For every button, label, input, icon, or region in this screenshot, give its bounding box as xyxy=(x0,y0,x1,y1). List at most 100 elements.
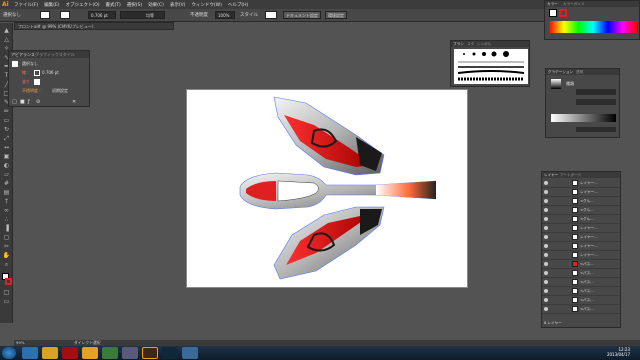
layer-row[interactable]: レイヤー... xyxy=(542,251,620,260)
eye-icon[interactable] xyxy=(544,253,548,257)
color-spectrum[interactable] xyxy=(549,21,637,33)
graph-tool-icon[interactable]: ▐ xyxy=(2,225,11,232)
app-icon[interactable] xyxy=(182,347,198,359)
symbol-sprayer-tool-icon[interactable]: ∴ xyxy=(2,216,11,223)
photoshop-icon[interactable] xyxy=(162,347,178,359)
start-button[interactable] xyxy=(2,347,16,359)
tab-layers[interactable]: レイヤー xyxy=(544,173,558,178)
add-fill-icon[interactable]: ■ xyxy=(20,99,25,105)
gradient-angle-field[interactable] xyxy=(576,89,616,95)
layer-row[interactable]: レイヤー... xyxy=(542,242,620,251)
brush-library[interactable] xyxy=(454,49,528,84)
menu-effect[interactable]: 効果(C) xyxy=(148,2,164,8)
fill-color-swatch[interactable] xyxy=(549,9,557,17)
blend-tool-icon[interactable]: ∞ xyxy=(2,207,11,214)
menu-window[interactable]: ウィンドウ(W) xyxy=(191,2,221,8)
upper-wing-shape[interactable] xyxy=(273,96,385,176)
explorer-icon[interactable] xyxy=(42,347,58,359)
free-transform-tool-icon[interactable]: ▣ xyxy=(2,153,11,160)
layer-row[interactable]: <パス... xyxy=(542,260,620,269)
menu-edit[interactable]: 編集(E) xyxy=(44,2,59,8)
tab-color-guide[interactable]: カラーガイド xyxy=(563,2,585,7)
fx-icon[interactable]: ƒ xyxy=(28,99,30,105)
brush-profile-field[interactable]: 均等 xyxy=(120,11,165,19)
app-icon[interactable] xyxy=(102,347,118,359)
eye-icon[interactable] xyxy=(544,235,548,239)
clock[interactable]: 12:23 2013/04/17 xyxy=(607,347,630,357)
tab-gradient[interactable]: グラデーション xyxy=(548,70,573,75)
eyedropper-tool-icon[interactable]: † xyxy=(2,198,11,205)
style-swatch[interactable] xyxy=(265,11,277,19)
layer-row[interactable]: <パス... xyxy=(542,269,620,278)
eye-icon[interactable] xyxy=(544,271,548,275)
appearance-row-opacity[interactable]: 不透明度 : 初期設定 xyxy=(12,87,88,95)
gradient-tool-icon[interactable]: ▤ xyxy=(2,189,11,196)
opacity-field[interactable]: 100% xyxy=(215,11,235,19)
layer-row[interactable]: レイヤー... xyxy=(542,179,620,188)
layer-row[interactable]: <パス... xyxy=(542,278,620,287)
fill-thumb[interactable] xyxy=(34,79,40,85)
artboard-tool-icon[interactable]: ▢ xyxy=(2,234,11,241)
eye-icon[interactable] xyxy=(544,181,548,185)
eye-icon[interactable] xyxy=(544,307,548,311)
gradient-slider[interactable] xyxy=(551,114,616,122)
gradient-opacity-field[interactable] xyxy=(576,127,616,132)
layer-row[interactable]: <グル... xyxy=(542,215,620,224)
tab-swatches[interactable]: スタ xyxy=(467,42,474,47)
menu-select[interactable]: 選択(S) xyxy=(127,2,142,8)
stroke-color-swatch[interactable] xyxy=(559,9,567,17)
perspective-tool-icon[interactable]: ▱ xyxy=(2,171,11,178)
eye-icon[interactable] xyxy=(544,208,548,212)
layer-row[interactable]: レイヤー... xyxy=(542,188,620,197)
eye-icon[interactable] xyxy=(544,244,548,248)
layer-row[interactable]: <パス... xyxy=(542,287,620,296)
eye-icon[interactable] xyxy=(544,217,548,221)
eye-icon[interactable] xyxy=(544,280,548,284)
menu-view[interactable]: 表示(V) xyxy=(170,2,186,8)
stroke-swatch[interactable] xyxy=(60,11,70,19)
app-icon[interactable] xyxy=(122,347,138,359)
eraser-tool-icon[interactable]: ▭ xyxy=(2,117,11,124)
tab-symbols[interactable]: シンボル xyxy=(477,42,491,47)
layer-row[interactable]: <グル... xyxy=(542,197,620,206)
ie-icon[interactable] xyxy=(22,347,38,359)
gradient-aspect-field[interactable] xyxy=(576,99,616,105)
eye-icon[interactable] xyxy=(544,190,548,194)
appearance-row-fill[interactable]: 塗り : xyxy=(12,78,88,86)
menu-help[interactable]: ヘルプ(H) xyxy=(228,2,248,8)
trash-icon[interactable]: ✕ xyxy=(72,99,76,105)
layer-row[interactable]: <グル... xyxy=(542,206,620,215)
clear-appearance-icon[interactable]: ⊘ xyxy=(36,99,40,105)
eye-icon[interactable] xyxy=(544,226,548,230)
gradient-thumb[interactable] xyxy=(551,79,561,89)
appearance-row-stroke[interactable]: 線 : 0.706 pt xyxy=(12,69,88,77)
menu-type[interactable]: 書式(T) xyxy=(106,2,121,8)
preferences-button[interactable]: 環境設定 xyxy=(325,11,347,19)
eye-icon[interactable] xyxy=(544,262,548,266)
width-tool-icon[interactable]: ↔ xyxy=(2,144,11,151)
chrome-icon[interactable] xyxy=(82,347,98,359)
add-stroke-icon[interactable]: □ xyxy=(12,99,17,105)
layer-row[interactable]: レイヤー... xyxy=(542,233,620,242)
layer-row[interactable]: レイヤー... xyxy=(542,224,620,233)
eye-icon[interactable] xyxy=(544,199,548,203)
lower-wing-shape[interactable] xyxy=(273,206,385,280)
eye-icon[interactable] xyxy=(544,289,548,293)
decal-artwork[interactable] xyxy=(236,95,436,280)
tab-color[interactable]: カラー xyxy=(547,2,558,7)
tab-graphic-styles[interactable]: グラフィックスタイル xyxy=(35,52,75,58)
tab-brushes[interactable]: ブラシ xyxy=(453,42,464,47)
stroke-weight-field[interactable]: 0.706 pt xyxy=(88,11,116,19)
layer-row[interactable]: <パス... xyxy=(542,305,620,314)
layer-row[interactable]: <パス... xyxy=(542,296,620,305)
hand-tool-icon[interactable]: ✋ xyxy=(2,252,11,259)
slice-tool-icon[interactable]: ✂ xyxy=(2,243,11,250)
selection-tool-icon[interactable]: ▲ xyxy=(2,27,11,34)
media-icon[interactable] xyxy=(62,347,78,359)
shape-builder-tool-icon[interactable]: ◐ xyxy=(2,162,11,169)
menu-object[interactable]: オブジェクト(O) xyxy=(65,2,99,8)
fill-swatch[interactable] xyxy=(40,11,50,19)
menu-file[interactable]: ファイル(F) xyxy=(14,2,38,8)
mesh-tool-icon[interactable]: # xyxy=(2,180,11,187)
stroke-thumb[interactable] xyxy=(34,70,40,76)
